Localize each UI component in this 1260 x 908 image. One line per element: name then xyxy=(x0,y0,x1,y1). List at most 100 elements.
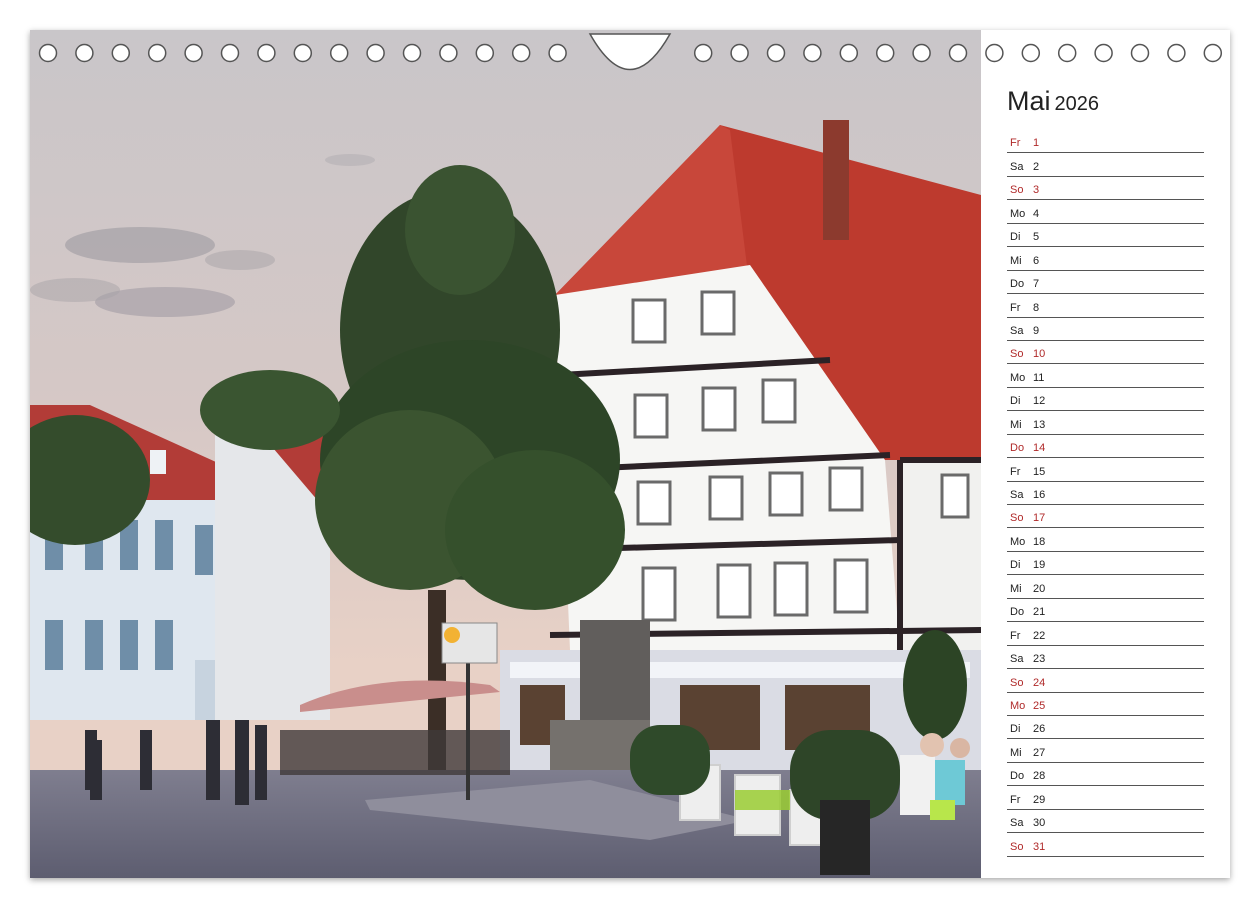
day-row: So 17 xyxy=(1007,505,1204,529)
weekday-label: Sa xyxy=(1010,817,1024,830)
day-number: 31 xyxy=(1033,840,1046,853)
day-row: Mi 20 xyxy=(1007,575,1204,599)
day-row: Mi 13 xyxy=(1007,411,1204,435)
day-number: 21 xyxy=(1033,606,1046,619)
weekday-label: Di xyxy=(1010,231,1021,244)
day-row: Di 5 xyxy=(1007,224,1204,248)
day-number: 22 xyxy=(1033,629,1046,642)
day-number: 18 xyxy=(1033,535,1046,548)
day-row: Sa 9 xyxy=(1007,318,1204,341)
day-row: Sa 30 xyxy=(1007,810,1204,834)
day-number: 10 xyxy=(1033,348,1046,361)
day-list: Fr 1 Sa 2 So 3 Mo 4 Di 5 Mi 6 Do 7 Fr 8 Sa 9 So 10 Mo 11 Di 12 M… xyxy=(1007,130,1204,857)
weekday-label: Mi xyxy=(1010,746,1022,759)
weekday-label: Di xyxy=(1010,395,1021,408)
day-number: 19 xyxy=(1033,559,1046,572)
day-row: Do 28 xyxy=(1007,763,1204,787)
weekday-label: Mi xyxy=(1010,418,1022,431)
day-number: 28 xyxy=(1033,770,1046,783)
day-row: Sa 2 xyxy=(1007,153,1204,177)
day-row: Fr 8 xyxy=(1007,294,1204,318)
day-number: 1 xyxy=(1033,137,1040,150)
day-number: 15 xyxy=(1033,465,1046,478)
day-number: 20 xyxy=(1033,582,1046,595)
day-row: So 24 xyxy=(1007,669,1204,693)
weekday-label: Fr xyxy=(1010,465,1021,478)
day-row: Do 21 xyxy=(1007,599,1204,623)
weekday-label: Do xyxy=(1010,442,1025,455)
day-number: 25 xyxy=(1033,699,1046,712)
weekday-label: Di xyxy=(1010,723,1021,736)
weekday-label: Mo xyxy=(1010,371,1026,384)
day-row: Mi 6 xyxy=(1007,247,1204,271)
day-row: So 3 xyxy=(1007,177,1204,201)
day-row: Di 26 xyxy=(1007,716,1204,740)
day-number: 7 xyxy=(1033,278,1040,291)
weekday-label: Di xyxy=(1010,559,1021,572)
day-row: Mo 11 xyxy=(1007,364,1204,388)
day-number: 27 xyxy=(1033,746,1046,759)
day-number: 29 xyxy=(1033,793,1046,806)
day-row: Fr 22 xyxy=(1007,622,1204,646)
day-row: Mo 4 xyxy=(1007,200,1204,224)
day-number: 3 xyxy=(1033,184,1040,197)
day-row: Mi 27 xyxy=(1007,739,1204,763)
day-number: 6 xyxy=(1033,254,1040,267)
weekday-label: Mo xyxy=(1010,535,1026,548)
day-row: Fr 1 xyxy=(1007,130,1204,154)
weekday-label: Mo xyxy=(1010,699,1026,712)
day-number: 14 xyxy=(1033,442,1046,455)
day-number: 11 xyxy=(1033,371,1045,384)
day-row: Mo 25 xyxy=(1007,693,1204,716)
weekday-label: Do xyxy=(1010,606,1025,619)
day-row: Di 19 xyxy=(1007,552,1204,576)
day-row: Sa 23 xyxy=(1007,646,1204,670)
day-number: 2 xyxy=(1033,160,1040,173)
day-row: So 31 xyxy=(1007,833,1204,857)
day-number: 24 xyxy=(1033,676,1046,689)
day-row: Mo 18 xyxy=(1007,528,1204,552)
weekday-label: Fr xyxy=(1010,301,1021,314)
day-number: 5 xyxy=(1033,231,1040,244)
weekday-label: Fr xyxy=(1010,137,1021,150)
weekday-label: So xyxy=(1010,512,1024,525)
month-name: Mai xyxy=(1007,86,1051,116)
weekday-label: Sa xyxy=(1010,324,1024,337)
weekday-label: Do xyxy=(1010,770,1025,783)
day-number: 17 xyxy=(1033,512,1046,525)
month-title: Mai 2026 xyxy=(1007,86,1099,117)
weekday-label: Fr xyxy=(1010,629,1021,642)
weekday-label: Do xyxy=(1010,278,1025,291)
day-row: Do 14 xyxy=(1007,435,1204,459)
weekday-label: So xyxy=(1010,840,1024,853)
weekday-label: Sa xyxy=(1010,160,1024,173)
day-row: Fr 29 xyxy=(1007,786,1204,810)
weekday-label: Mo xyxy=(1010,207,1026,220)
day-number: 30 xyxy=(1033,817,1046,830)
weekday-label: Fr xyxy=(1010,793,1021,806)
day-number: 13 xyxy=(1033,418,1046,431)
calendar-panel: Mai 2026 Fr 1 Sa 2 So 3 Mo 4 Di 5 Mi 6 Do 7 Fr 8 Sa 9 So 10 M… xyxy=(981,30,1230,878)
day-number: 23 xyxy=(1033,653,1046,666)
weekday-label: Sa xyxy=(1010,653,1024,666)
day-number: 8 xyxy=(1033,301,1040,314)
weekday-label: So xyxy=(1010,184,1024,197)
day-row: So 10 xyxy=(1007,341,1204,365)
day-number: 12 xyxy=(1033,395,1046,408)
day-row: Di 12 xyxy=(1007,388,1204,412)
weekday-label: Mi xyxy=(1010,254,1022,267)
day-number: 26 xyxy=(1033,723,1046,736)
day-number: 4 xyxy=(1033,207,1040,220)
old-town-square-photo xyxy=(30,30,981,878)
day-number: 9 xyxy=(1033,324,1040,337)
day-row: Fr 15 xyxy=(1007,458,1204,482)
day-number: 16 xyxy=(1033,489,1046,501)
weekday-label: So xyxy=(1010,348,1024,361)
day-row: Sa 16 xyxy=(1007,482,1204,505)
weekday-label: Mi xyxy=(1010,582,1022,595)
month-year: 2026 xyxy=(1054,93,1100,115)
weekday-label: So xyxy=(1010,676,1024,689)
calendar-page: Mai 2026 Fr 1 Sa 2 So 3 Mo 4 Di 5 Mi 6 Do 7 Fr 8 Sa 9 So 10 M… xyxy=(30,30,1230,878)
day-row: Do 7 xyxy=(1007,271,1204,295)
weekday-label: Sa xyxy=(1010,489,1024,501)
